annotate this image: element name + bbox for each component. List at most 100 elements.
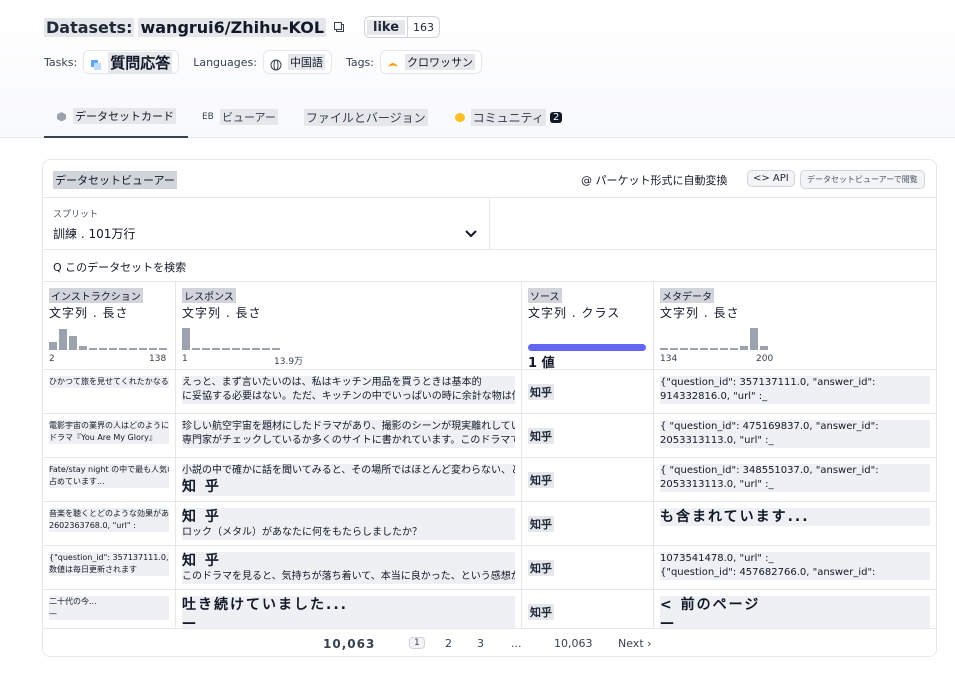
table-row[interactable]: ひかつて旅を見せてくれたかなるか、どうなるのかえっと、まず言いたいのは、私はキッ… (43, 370, 936, 414)
histogram-bar (89, 348, 97, 350)
class-distribution-bar (528, 344, 646, 351)
tab-viewer[interactable]: EB ビューアー (190, 96, 290, 138)
cell-instruction[interactable]: 音楽を聴くとどのような効果がありますか2602363768.0, "url" : (43, 502, 176, 546)
column-type: 文字列 . 長さ (49, 306, 129, 320)
title-row: Datasets: wangrui6/Zhihu-KOL like 163 (44, 14, 441, 40)
next-page-button[interactable]: Next › (618, 637, 652, 650)
histogram-bar (129, 348, 137, 350)
histogram-bar (700, 348, 708, 350)
histogram-bar (159, 348, 167, 350)
api-button[interactable]: <> API (747, 170, 795, 187)
cell-metadata[interactable]: 1073541478.0, "url" :_ {"question_id": 45… (654, 546, 936, 590)
cell-instruction[interactable]: Fate/stay night の中で最も人気のあることを教えてください占めてい… (43, 458, 176, 502)
column-header-instruction[interactable]: インストラクション 文字列 . 長さ 2 138 (43, 282, 176, 370)
histogram-bar (192, 348, 200, 350)
cell-source[interactable]: 知乎 (522, 502, 654, 546)
source-value: 知乎 (528, 516, 554, 532)
cell-text: {"question_id": 457682766.0, "answer_id"… (660, 566, 930, 580)
column-name: ソース (528, 288, 562, 303)
chevron-down-icon (463, 225, 479, 241)
cell-instruction[interactable]: 電影宇宙の業界の人はどのように言われていますかドラマ『You Are My Gl… (43, 414, 176, 458)
cell-text: 1073541478.0, "url" :_ (660, 552, 930, 566)
tab-dataset-card[interactable]: データセットカード (44, 96, 188, 138)
split-label: スプリット (53, 210, 99, 220)
cell-metadata[interactable]: { "question_id": 475169837.0, "answer_id… (654, 414, 936, 458)
cell-text: 電影宇宙の業界の人はどのように言われていますか (49, 420, 169, 432)
cell-text: 数値は毎日更新されます (49, 564, 169, 576)
histogram-min: 2 (49, 354, 55, 364)
language-chip[interactable]: 中国語 (262, 50, 332, 74)
histogram-bar (730, 348, 738, 350)
page-2-button[interactable]: 2 (445, 637, 452, 650)
cell-source[interactable]: 知乎 (522, 458, 654, 502)
cell-response[interactable]: 小説の中で確かに話を聞いてみると、その場所ではほとんど変わらない、と思います。知… (176, 458, 522, 502)
cell-source[interactable]: 知乎 (522, 414, 654, 458)
length-histogram (660, 322, 770, 350)
cell-instruction[interactable]: ひかつて旅を見せてくれたかなるか、どうなるのか (43, 370, 176, 414)
like-button[interactable]: like 163 (364, 16, 441, 38)
task-value: 質問応答 (108, 51, 173, 73)
histogram-bar (262, 348, 270, 350)
histogram-min: 1 (182, 354, 188, 364)
column-header-metadata[interactable]: メタデータ 文字列 . 長さ 134 200 (654, 282, 936, 370)
cell-text: 知 乎 (182, 478, 515, 496)
cell-text: 二十代の今... (49, 596, 169, 608)
table-row[interactable]: 音楽を聴くとどのような効果がありますか2602363768.0, "url" :… (43, 502, 936, 546)
length-histogram (182, 322, 282, 350)
histogram-bar (720, 348, 728, 350)
dataset-header: Datasets: wangrui6/Zhihu-KOL like 163 Ta… (0, 0, 955, 138)
cell-response[interactable]: 知 乎このドラマを見ると、気持ちが落ち着いて、本当に良かった、という感想が多いで… (176, 546, 522, 590)
histogram-bar (242, 348, 250, 350)
cell-metadata[interactable]: { "question_id": 348551037.0, "answer_id… (654, 458, 936, 502)
search-bar[interactable]: Q このデータセットを検索 (43, 250, 936, 282)
histogram-max: 200 (756, 354, 774, 364)
qa-icon (90, 56, 102, 70)
table-row[interactable]: Fate/stay night の中で最も人気のあることを教えてください占めてい… (43, 458, 936, 502)
cell-response[interactable]: 珍しい航空宇宙を題材にしたドラマがあり、撮影のシーンが現実離れしていないか。専門… (176, 414, 522, 458)
column-header-source[interactable]: ソース 文字列 . クラス 1 値 (522, 282, 654, 371)
cell-response[interactable]: えっと、まず言いたいのは、私はキッチン用品を買うときは基本的 に妥協する必要はない… (176, 370, 522, 414)
tab-files[interactable]: ファイルとバージョン (292, 96, 440, 138)
cell-source[interactable]: 知乎 (522, 546, 654, 590)
histogram-bar (670, 348, 678, 350)
tab-community[interactable]: コミュニティ 2 (442, 96, 575, 138)
column-header-response[interactable]: レスポンス 文字列 . 長さ 1 13.9万 (176, 282, 522, 370)
table-row[interactable]: 電影宇宙の業界の人はどのように言われていますかドラマ『You Are My Gl… (43, 414, 936, 458)
histogram-bar (99, 348, 107, 350)
source-value: 知乎 (528, 604, 554, 620)
search-input[interactable]: Q このデータセットを検索 (53, 259, 186, 275)
full-viewer-button[interactable]: データセットビューアーで閲覧 (800, 170, 925, 189)
cell-response[interactable]: 知 乎ロック（メタル）があなたに何をもたらしましたか？ (176, 502, 522, 546)
tab-viewer-label: ビューアー (220, 109, 278, 125)
histogram-bar (202, 348, 210, 350)
cell-instruction[interactable]: {"question_id": 357137111.0, "answer_id"… (43, 546, 176, 590)
split-select[interactable]: スプリット 訓練 . 101万行 (43, 198, 490, 250)
histogram-bar (212, 348, 220, 350)
copy-icon[interactable] (332, 20, 346, 34)
tag-value: クロワッサン (405, 54, 475, 70)
chat-bubble-icon (454, 112, 465, 123)
dataset-name-link[interactable]: wangrui6/Zhihu-KOL (138, 17, 327, 37)
cell-text: 知 乎 (182, 508, 515, 526)
histogram-bar (690, 348, 698, 350)
page-1-button[interactable]: 1 (409, 637, 425, 649)
tab-files-label: ファイルとバージョン (303, 108, 428, 126)
meta-row: Tasks: 質問応答 Languages: 中国語 Tags: クロワッサン (44, 50, 496, 74)
page-3-button[interactable]: 3 (477, 637, 484, 650)
cell-text: 占めています... (49, 476, 169, 488)
tag-chip[interactable]: クロワッサン (380, 50, 482, 74)
class-count: 1 値 (528, 356, 555, 371)
parquet-convert-link[interactable]: @ パーケット形式に自動変換 (581, 172, 728, 188)
cell-source[interactable]: 知乎 (522, 370, 654, 414)
cell-text: 珍しい航空宇宙を題材にしたドラマがあり、撮影のシーンが現実離れしていないか。 (182, 420, 515, 434)
cell-metadata[interactable]: {"question_id": 357137111.0, "answer_id"… (654, 370, 936, 414)
length-histogram (49, 322, 169, 350)
task-chip[interactable]: 質問応答 (83, 50, 180, 74)
column-name: インストラクション (49, 288, 143, 303)
last-page-button[interactable]: 10,063 (554, 637, 593, 650)
cell-metadata[interactable]: も含まれています... (654, 502, 936, 546)
table-row[interactable]: {"question_id": 357137111.0, "answer_id"… (43, 546, 936, 590)
cell-text: 2053313113.0, "url" :_ (660, 478, 930, 492)
source-value: 知乎 (528, 560, 554, 576)
language-value: 中国語 (287, 54, 325, 70)
